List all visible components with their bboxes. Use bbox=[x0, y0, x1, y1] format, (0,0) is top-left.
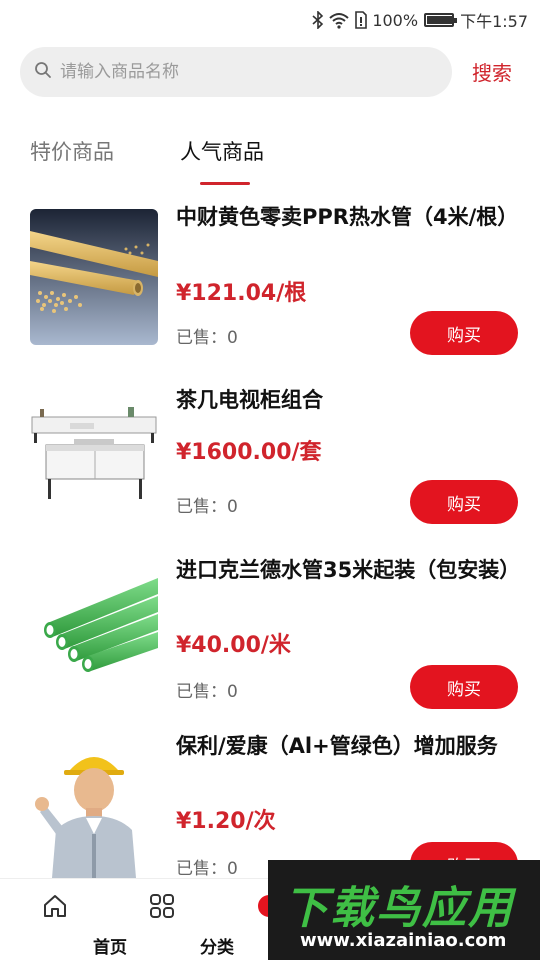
nav-category[interactable]: 分类 bbox=[107, 879, 234, 960]
sim-icon bbox=[354, 11, 368, 29]
search-input[interactable] bbox=[60, 62, 420, 82]
product-image-worker-service[interactable] bbox=[30, 742, 158, 878]
product-sold-count: 已售：0 bbox=[176, 328, 238, 348]
status-bar: 100% 下午1:57 bbox=[0, 0, 540, 40]
tab-special-offers[interactable]: 特价商品 bbox=[30, 136, 114, 166]
status-icons: 100% 下午1:57 bbox=[312, 8, 528, 32]
status-time: 下午1:57 bbox=[460, 12, 528, 31]
battery-icon bbox=[424, 13, 458, 27]
product-sold-count: 已售：0 bbox=[176, 859, 238, 879]
search-bar[interactable] bbox=[20, 47, 452, 97]
buy-button[interactable]: 购买 bbox=[410, 480, 518, 524]
wifi-icon bbox=[328, 11, 350, 29]
product-image-ppr-pipe[interactable] bbox=[30, 209, 158, 345]
category-icon bbox=[149, 893, 175, 923]
watermark: 下载鸟应用 www.xiazainiao.com bbox=[268, 860, 540, 960]
product-price: ¥121.04/根 bbox=[176, 281, 307, 306]
watermark-logo: 下载鸟应用 bbox=[284, 883, 514, 934]
tab-popular[interactable]: 人气商品 bbox=[180, 136, 264, 166]
bluetooth-icon bbox=[312, 11, 324, 29]
search-icon bbox=[34, 61, 52, 83]
nav-home[interactable]: 首页 bbox=[0, 879, 127, 960]
product-price: ¥40.00/米 bbox=[176, 633, 291, 658]
product-price: ¥1600.00/套 bbox=[176, 440, 322, 465]
watermark-url: www.xiazainiao.com bbox=[300, 930, 507, 951]
battery-fill bbox=[427, 16, 454, 24]
buy-button[interactable]: 购买 bbox=[410, 311, 518, 355]
product-image-green-water-pipe[interactable] bbox=[30, 568, 158, 704]
product-sold-count: 已售：0 bbox=[176, 497, 238, 517]
battery-percent: 100% bbox=[372, 10, 419, 30]
buy-button[interactable]: 购买 bbox=[410, 665, 518, 709]
product-title[interactable]: 中财黄色零卖PPR热水管（4米/根） bbox=[176, 202, 521, 233]
search-button[interactable]: 搜索 bbox=[472, 57, 512, 86]
product-price: ¥1.20/次 bbox=[176, 809, 276, 834]
product-title[interactable]: 保利/爱康（Al+管绿色）增加服务 bbox=[176, 731, 521, 762]
product-title[interactable]: 进口克兰德水管35米起装（包安装） bbox=[176, 555, 521, 586]
tab-active-indicator bbox=[200, 182, 250, 185]
product-sold-count: 已售：0 bbox=[176, 682, 238, 702]
product-image-tv-cabinet[interactable] bbox=[30, 383, 158, 519]
product-title[interactable]: 茶几电视柜组合 bbox=[176, 385, 521, 416]
home-icon bbox=[42, 893, 68, 923]
